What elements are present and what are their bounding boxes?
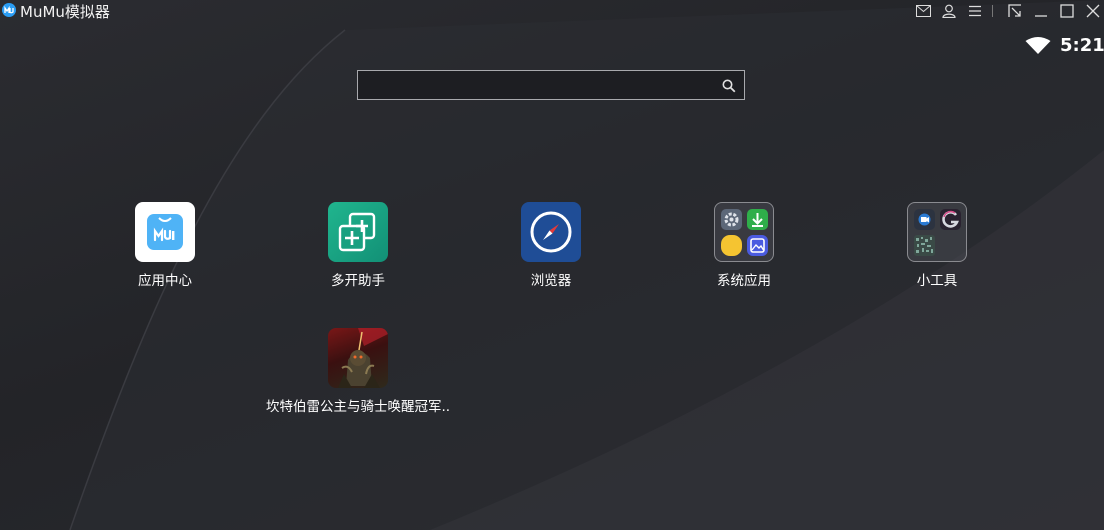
maximize-icon[interactable] [1059,3,1075,19]
system-apps-folder-icon[interactable] [714,202,774,262]
app-folder-tools[interactable]: 小工具 [837,202,1037,289]
app-game-kantebury[interactable]: 坎特伯雷公主与骑士唤醒冠军.. [258,328,458,415]
mail-icon[interactable] [915,3,931,19]
mumu-logo-icon [2,3,16,17]
app-label: 小工具 [916,273,958,289]
window-title: MuMu模拟器 [20,3,110,21]
browser-compass-icon[interactable] [521,202,581,262]
tools-folder-icon[interactable] [907,202,967,262]
app-multi-open[interactable]: 多开助手 [258,202,458,289]
title-bar: MuMu模拟器 [0,0,1104,24]
app-browser[interactable]: 浏览器 [451,202,651,289]
title-bar-divider [992,5,993,17]
app-folder-system-apps[interactable]: 系统应用 [644,202,844,289]
app-label: 系统应用 [717,273,771,289]
close-icon[interactable] [1085,3,1101,19]
search-icon[interactable] [722,78,736,93]
app-center-icon[interactable] [135,202,195,262]
menu-icon[interactable] [967,3,983,19]
minimize-icon[interactable] [1033,3,1049,19]
status-time: 5:21 [1060,35,1104,56]
multi-open-icon[interactable] [328,202,388,262]
expand-icon[interactable] [1007,3,1023,19]
app-label: 浏览器 [530,273,572,289]
search-input[interactable] [364,75,714,95]
game-icon[interactable] [328,328,388,388]
search-bar[interactable] [357,70,745,100]
app-label: 多开助手 [331,273,385,289]
app-label: 应用中心 [138,273,192,289]
wifi-icon [1025,37,1051,55]
user-icon[interactable] [941,3,957,19]
app-app-center[interactable]: 应用中心 [65,202,265,289]
app-label: 坎特伯雷公主与骑士唤醒冠军.. [265,399,451,415]
